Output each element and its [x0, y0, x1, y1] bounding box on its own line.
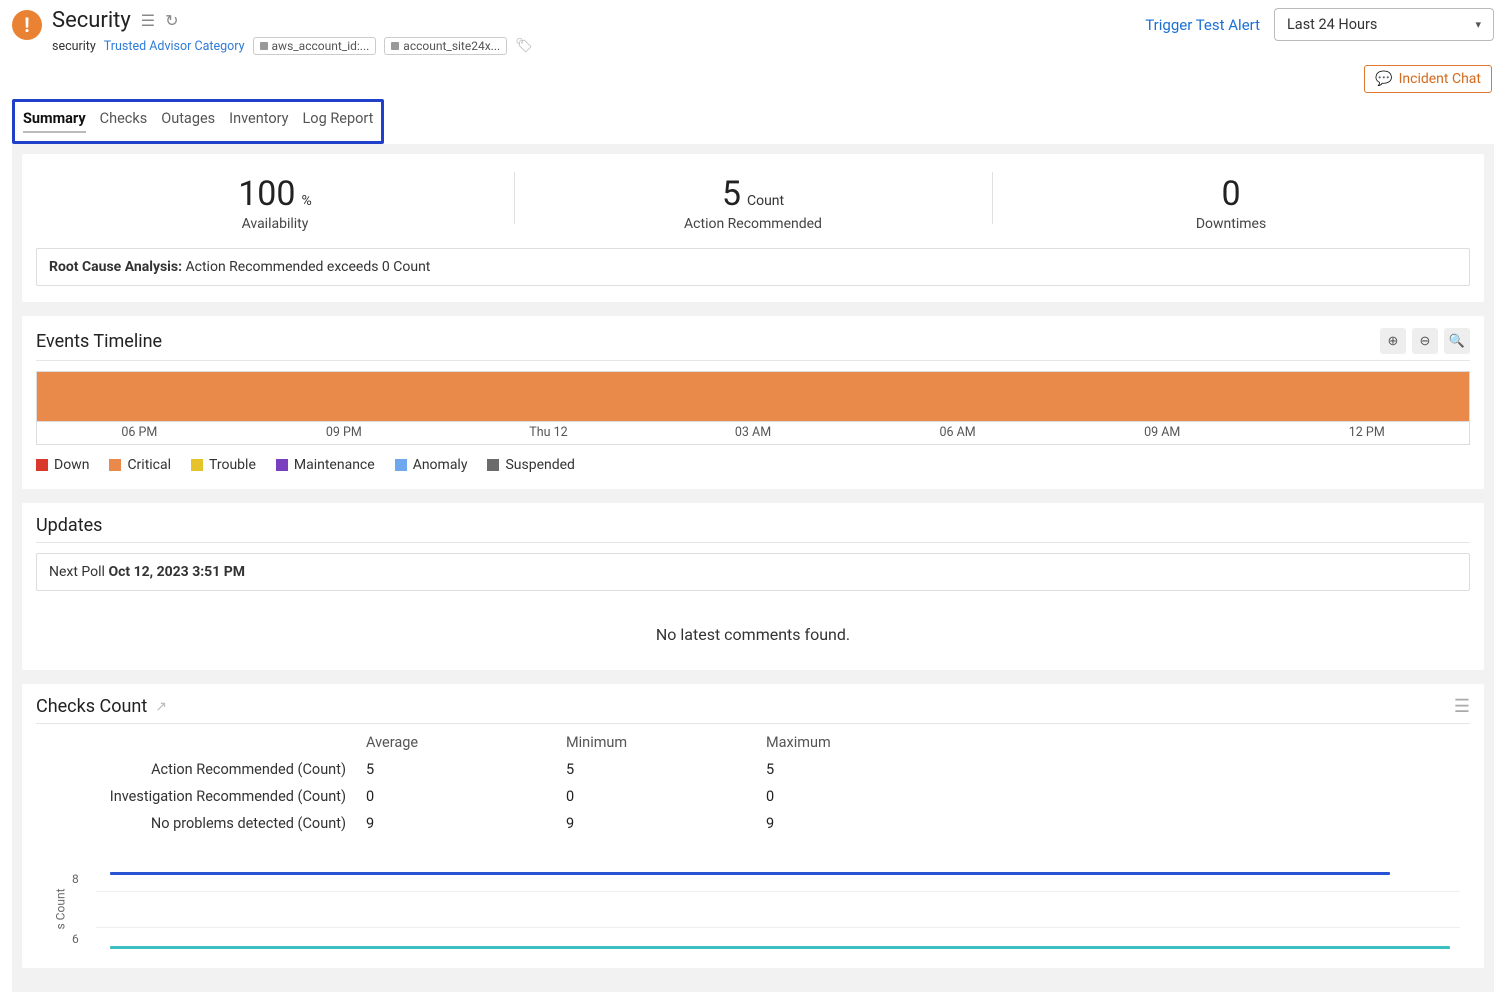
table-col-header: Average — [366, 734, 566, 751]
no-comments-text: No latest comments found. — [36, 625, 1470, 644]
tab-inventory[interactable]: Inventory — [229, 110, 288, 133]
chat-icon: 💬 — [1375, 71, 1392, 87]
incident-chat-button[interactable]: 💬 Incident Chat — [1364, 65, 1492, 93]
tab-checks[interactable]: Checks — [100, 110, 148, 133]
table-row-label: No problems detected (Count) — [36, 815, 366, 832]
table-cell: 0 — [366, 788, 566, 805]
chevron-down-icon: ▾ — [1475, 18, 1481, 31]
tag-chip[interactable]: aws_account_id:... — [253, 37, 377, 55]
legend-item-anomaly: Anomaly — [395, 457, 468, 473]
zoom-reset-icon[interactable]: 🔍 — [1444, 328, 1470, 354]
next-poll-box: Next Poll Oct 12, 2023 3:51 PM — [36, 553, 1470, 591]
table-cell: 9 — [366, 815, 566, 832]
legend-item-maintenance: Maintenance — [276, 457, 375, 473]
timeline-band[interactable] — [36, 371, 1470, 421]
next-poll-label: Next Poll — [49, 564, 105, 580]
timeline-legend: Down Critical Trouble Maintenance Anomaly Sus… — [36, 457, 1470, 473]
events-timeline-title: Events Timeline — [36, 331, 162, 352]
breadcrumb-category: security — [52, 39, 96, 54]
breadcrumb-link[interactable]: Trusted Advisor Category — [104, 39, 245, 54]
chart-y-axis-label: s Count — [54, 889, 68, 930]
root-cause-box: Root Cause Analysis: Action Recommended … — [36, 248, 1470, 286]
zoom-in-icon[interactable]: ⊕ — [1380, 328, 1406, 354]
card-menu-icon[interactable]: ☰ — [1454, 696, 1470, 717]
tab-log-report[interactable]: Log Report — [303, 110, 374, 133]
kpi-action-recommended: 5CountAction Recommended — [514, 166, 992, 238]
checks-count-table: AverageMinimumMaximum Action Recommended … — [36, 734, 1470, 832]
table-cell: 5 — [766, 761, 966, 778]
chart-series-line — [110, 946, 1450, 949]
table-col-header: Maximum — [766, 734, 966, 751]
checks-count-chart: s Count 8 6 — [36, 854, 1470, 964]
kpi-availability: 100%Availability — [36, 166, 514, 238]
updates-card: Updates Next Poll Oct 12, 2023 3:51 PM N… — [22, 503, 1484, 670]
checks-count-title: Checks Count — [36, 696, 147, 717]
table-cell: 5 — [566, 761, 766, 778]
tabs-bar: Summary Checks Outages Inventory Log Report — [12, 99, 1494, 144]
legend-item-suspended: Suspended — [487, 457, 575, 473]
rca-label: Root Cause Analysis: — [49, 259, 182, 275]
checks-count-card: Checks Count ↗ ☰ AverageMinimumMaximum Ac… — [22, 684, 1484, 968]
legend-item-down: Down — [36, 457, 89, 473]
refresh-icon[interactable]: ↻ — [165, 11, 178, 30]
trigger-test-alert-link[interactable]: Trigger Test Alert — [1145, 16, 1260, 34]
external-link-icon[interactable]: ↗ — [155, 699, 167, 715]
tag-chip[interactable]: account_site24x... — [384, 37, 507, 55]
time-range-label: Last 24 Hours — [1287, 16, 1377, 33]
legend-item-trouble: Trouble — [191, 457, 256, 473]
timeline-tick: 09 PM — [242, 422, 447, 444]
page-header: ! Security ☰ ↻ security Trusted Advisor … — [12, 8, 1494, 55]
zoom-out-icon[interactable]: ⊖ — [1412, 328, 1438, 354]
chart-series-line — [110, 872, 1390, 875]
timeline-tick: 12 PM — [1264, 422, 1469, 444]
tab-summary[interactable]: Summary — [23, 110, 86, 133]
timeline-tick: 06 PM — [37, 422, 242, 444]
chart-y-tick: 8 — [72, 872, 79, 886]
kpi-downtimes: 0Downtimes — [992, 166, 1470, 238]
table-cell: 5 — [366, 761, 566, 778]
next-poll-value: Oct 12, 2023 3:51 PM — [108, 564, 245, 580]
tab-outages[interactable]: Outages — [161, 110, 215, 133]
updates-title: Updates — [36, 515, 102, 536]
timeline-tick: 09 AM — [1060, 422, 1265, 444]
table-cell: 9 — [766, 815, 966, 832]
table-cell: 9 — [566, 815, 766, 832]
events-timeline-card: Events Timeline ⊕ ⊖ 🔍 06 PM09 PMThu 1203… — [22, 316, 1484, 489]
table-cell: 0 — [566, 788, 766, 805]
table-col-header: Minimum — [566, 734, 766, 751]
tag-icon[interactable]: 🏷 — [515, 38, 533, 54]
timeline-axis: 06 PM09 PMThu 1203 AM06 AM09 AM12 PM — [36, 421, 1470, 445]
table-cell: 0 — [766, 788, 966, 805]
chart-y-tick: 6 — [72, 932, 79, 946]
time-range-select[interactable]: Last 24 Hours ▾ — [1274, 8, 1494, 41]
timeline-tick: Thu 12 — [446, 422, 651, 444]
timeline-tick: 06 AM — [855, 422, 1060, 444]
menu-lines-icon[interactable]: ☰ — [141, 11, 155, 30]
table-row-label: Investigation Recommended (Count) — [36, 788, 366, 805]
kpi-card: 100%Availability5CountAction Recommended… — [22, 154, 1484, 302]
page-title: Security — [52, 8, 131, 33]
status-badge-icon: ! — [12, 10, 42, 40]
table-row-label: Action Recommended (Count) — [36, 761, 366, 778]
rca-text: Action Recommended exceeds 0 Count — [186, 259, 431, 275]
legend-item-critical: Critical — [109, 457, 171, 473]
timeline-tick: 03 AM — [651, 422, 856, 444]
